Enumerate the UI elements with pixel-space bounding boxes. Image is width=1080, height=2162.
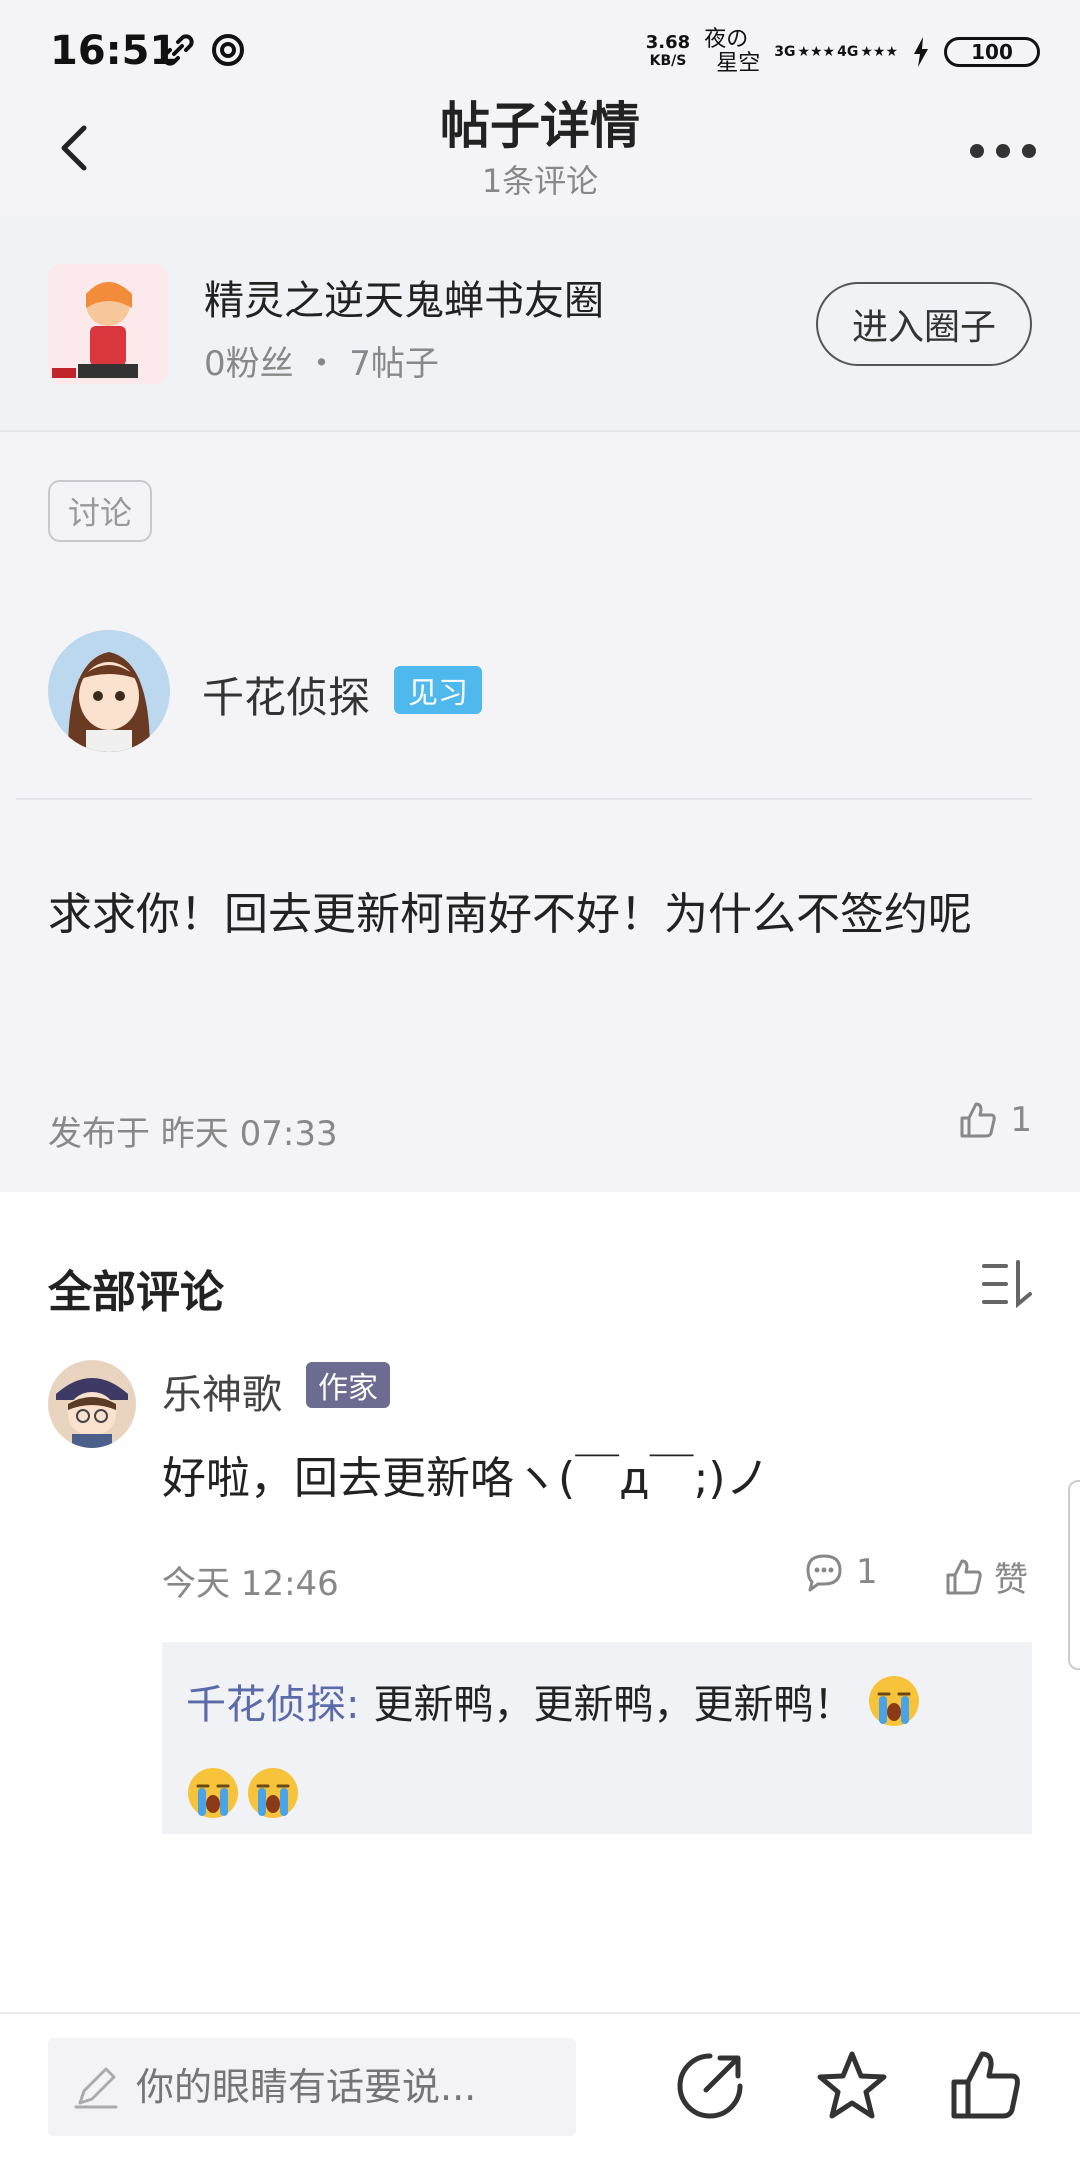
divider [16,798,1032,800]
post-author-name[interactable]: 千花侦探 [202,664,370,725]
comments-heading: 全部评论 [48,1267,224,1318]
thumbs-up-icon [960,1102,997,1138]
circle-cover-image[interactable] [48,264,168,384]
crying-emoji-icon [248,1768,298,1818]
share-icon[interactable] [672,2048,748,2124]
signal-icon: 3G ★★★ 4G ★★★ [774,44,898,60]
pen-icon [74,2067,118,2109]
reply-author-name[interactable]: 千花侦探: [186,1672,359,1730]
crying-emoji-icon [188,1768,238,1818]
enter-circle-button[interactable]: 进入圈子 [816,282,1032,366]
avatar[interactable] [48,1360,136,1448]
comment-input[interactable] [134,2064,558,2110]
status-icons-right: 3.68 KB/S 夜の 星空 3G ★★★ 4G ★★★ 100 [646,24,1040,80]
comment-icon [806,1554,842,1592]
comment-text: 好啦，回去更新咯ヽ(￣д￣;)ノ [162,1453,770,1504]
post-like-button[interactable]: 1 [958,1100,1032,1140]
comment-reply-button[interactable]: 1 [804,1552,878,1592]
thumbs-up-icon [946,1559,982,1594]
sort-icon[interactable] [980,1258,1036,1310]
battery-icon: 100 [944,37,1040,67]
page-title: 帖子详情 [440,97,640,155]
comment-author-name[interactable]: 乐神歌 [162,1362,282,1420]
status-icons-left [158,30,248,70]
comment-like-label: 赞 [994,1560,1028,1600]
comment-reply-count: 1 [856,1552,878,1592]
reply-text: 更新鸭，更新鸭，更新鸭！ [373,1682,854,1728]
star-icon[interactable] [814,2048,890,2124]
post-date: 发布于 昨天 07:33 [48,1114,338,1154]
link-icon [162,34,194,66]
comment-time: 今天 12:46 [162,1564,339,1604]
post-tag[interactable]: 讨论 [48,480,153,542]
charging-icon [914,37,928,67]
author-rank-badge: 见习 [394,666,482,714]
post-content: 求求你！回去更新柯南好不好！为什么不签约呢 [48,889,972,940]
circle-stats: 0粉丝 ・ 7帖子 [204,344,439,384]
reply-line: 千花侦探: 更新鸭，更新鸭，更新鸭！ [186,1672,921,1730]
circle-name[interactable]: 精灵之逆天鬼蝉书友圈 [204,268,604,326]
scrollbar[interactable] [1068,1480,1080,1670]
net-speed: 3.68 KB/S [645,32,691,70]
author-role-badge: 作家 [306,1362,390,1408]
post-area [0,432,1080,1192]
refresh-icon [212,34,244,66]
carrier-name: 夜の 星空 [704,27,761,76]
post-like-count: 1 [1010,1100,1032,1140]
thumbs-up-icon[interactable] [948,2048,1024,2124]
avatar[interactable] [48,630,170,752]
reply-emoji-row [186,1766,300,1820]
comment-count-subtitle: 1条评论 [481,162,599,200]
more-icon[interactable] [970,144,1036,158]
comment-like-button[interactable]: 赞 [944,1552,1028,1601]
comment-input-box[interactable] [48,2038,576,2136]
crying-emoji-icon [869,1676,920,1726]
